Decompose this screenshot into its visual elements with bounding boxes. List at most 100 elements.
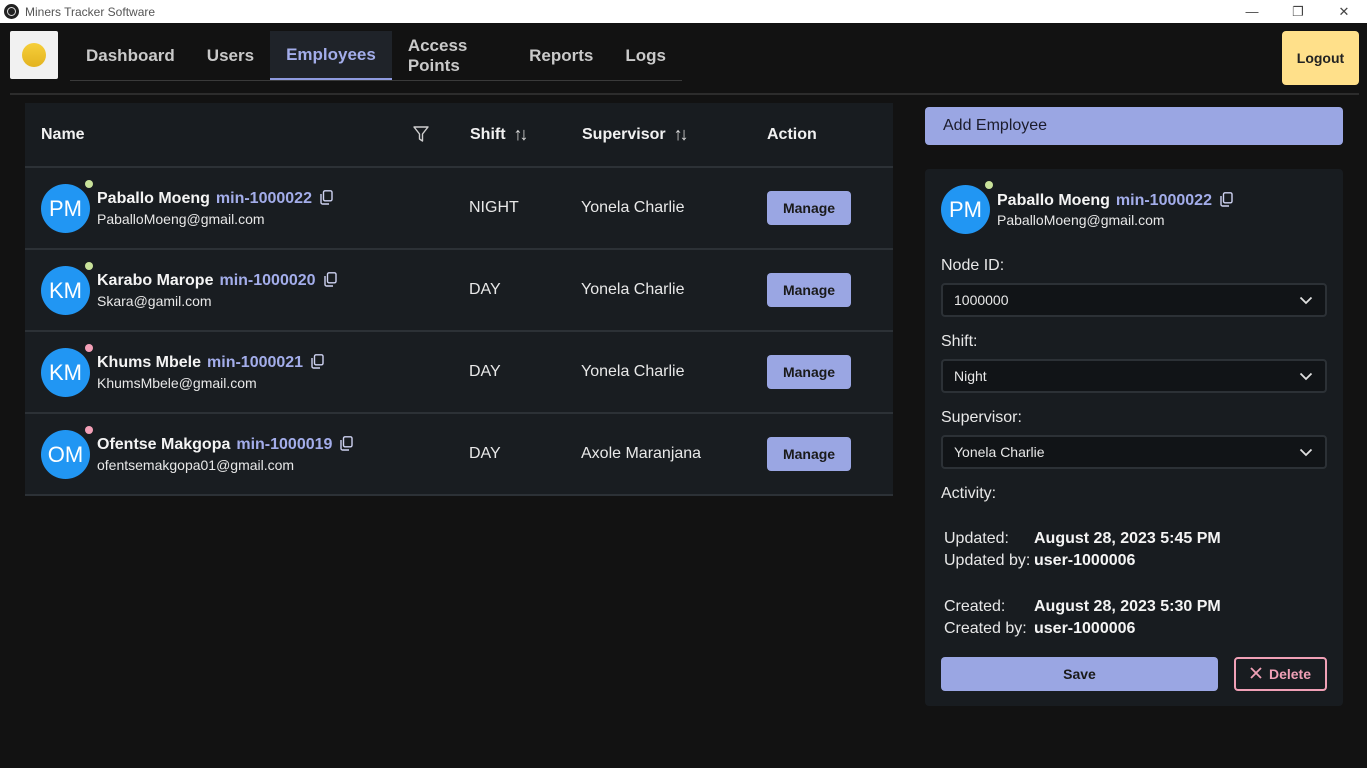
supervisor-select[interactable]: Yonela Charlie [941, 435, 1327, 469]
header-name: Name [41, 125, 85, 143]
header-shift[interactable]: Shift ↑↓ [470, 103, 529, 166]
header-shift-label: Shift [470, 125, 506, 143]
updated-value: August 28, 2023 5:45 PM [1034, 530, 1221, 547]
close-icon [1250, 666, 1262, 682]
node-id-value: 1000000 [954, 292, 1009, 308]
table-row: OM Ofentse Makgopa min-1000019 ofentsemak… [25, 414, 893, 496]
chevron-down-icon [1299, 369, 1313, 386]
employee-name-line: Paballo Moeng min-1000022 [97, 190, 333, 210]
nav-reports[interactable]: Reports [513, 31, 609, 80]
copy-icon[interactable] [340, 436, 354, 456]
window-title: Miners Tracker Software [25, 4, 156, 19]
sort-icon[interactable]: ↑↓ [514, 124, 529, 145]
employees-table: Name Shift ↑↓ Supervisor ↑↓ Action PM Pa… [25, 103, 893, 496]
chevron-down-icon [1299, 293, 1313, 310]
activity-label: Activity: [941, 485, 997, 502]
status-dot [85, 262, 93, 270]
header-supervisor[interactable]: Supervisor ↑↓ [582, 103, 689, 166]
copy-icon[interactable] [311, 354, 324, 374]
avatar: KM [41, 348, 90, 397]
table-row: PM Paballo Moeng min-1000022 PaballoMoeng… [25, 168, 893, 250]
copy-icon[interactable] [323, 272, 337, 292]
employee-name-line: Karabo Marope min-1000020 [97, 272, 337, 292]
status-dot [85, 180, 93, 188]
manage-button[interactable]: Manage [767, 273, 851, 307]
avatar: OM [41, 430, 90, 479]
employee-name: Paballo Moeng [97, 190, 210, 207]
avatar: PM [941, 185, 990, 234]
employee-name: Paballo Moeng [997, 192, 1110, 209]
copy-icon[interactable] [1220, 192, 1233, 212]
manage-button[interactable]: Manage [767, 191, 851, 225]
supervisor-value: Yonela Charlie [954, 444, 1045, 460]
sort-icon[interactable]: ↑↓ [674, 124, 689, 145]
supervisor-cell: Yonela Charlie [581, 363, 685, 380]
table-row: KM Khums Mbele min-1000021 KhumsMbele@gma… [25, 332, 893, 414]
supervisor-cell: Yonela Charlie [581, 281, 685, 298]
shift-value: Night [954, 368, 987, 384]
nav-logs[interactable]: Logs [609, 31, 682, 80]
employee-email: KhumsMbele@gmail.com [97, 375, 257, 391]
shift-cell: DAY [469, 363, 501, 380]
employee-name-line: Ofentse Makgopa min-1000019 [97, 436, 354, 456]
supervisor-label: Supervisor: [941, 409, 1022, 426]
table-header: Name Shift ↑↓ Supervisor ↑↓ Action [25, 103, 893, 168]
shift-cell: DAY [469, 281, 501, 298]
updated-by-value: user-1000006 [1034, 552, 1136, 569]
app-logo [10, 31, 58, 79]
shift-cell: NIGHT [469, 199, 519, 216]
node-id-select[interactable]: 1000000 [941, 283, 1327, 317]
employee-name: Ofentse Makgopa [97, 436, 231, 453]
logout-button[interactable]: Logout [1282, 31, 1359, 85]
table-row: KM Karabo Marope min-1000020 Skara@gamil.… [25, 250, 893, 332]
supervisor-cell: Yonela Charlie [581, 199, 685, 216]
employee-name-line: Paballo Moeng min-1000022 [997, 192, 1233, 212]
minimize-icon[interactable]: — [1229, 0, 1275, 23]
employee-name-line: Khums Mbele min-1000021 [97, 354, 324, 374]
copy-icon[interactable] [320, 190, 333, 210]
created-by-value: user-1000006 [1034, 620, 1136, 637]
main-nav: Dashboard Users Employees Access Points … [70, 31, 682, 81]
save-button[interactable]: Save [941, 657, 1218, 691]
close-icon[interactable]: ✕ [1321, 0, 1367, 23]
employee-detail-panel: PM Paballo Moeng min-1000022 PaballoMoeng… [925, 169, 1343, 706]
manage-button[interactable]: Manage [767, 437, 851, 471]
avatar: KM [41, 266, 90, 315]
shift-label: Shift: [941, 333, 978, 350]
shift-cell: DAY [469, 445, 501, 462]
employee-email: PaballoMoeng@gmail.com [97, 211, 265, 227]
add-employee-button[interactable]: Add Employee [925, 107, 1343, 145]
chevron-down-icon [1299, 445, 1313, 462]
app-icon [4, 4, 19, 19]
window-titlebar: Miners Tracker Software — ❐ ✕ [0, 0, 1367, 23]
created-label: Created: [944, 598, 1006, 615]
nav-employees[interactable]: Employees [270, 31, 392, 80]
delete-button[interactable]: Delete [1234, 657, 1327, 691]
node-id-label: Node ID: [941, 257, 1005, 274]
employee-name: Khums Mbele [97, 354, 202, 371]
employee-email: PaballoMoeng@gmail.com [997, 212, 1165, 228]
supervisor-cell: Axole Maranjana [581, 445, 702, 462]
employee-email: Skara@gamil.com [97, 293, 212, 309]
restore-icon[interactable]: ❐ [1275, 0, 1321, 23]
updated-by-label: Updated by: [944, 552, 1031, 569]
manage-button[interactable]: Manage [767, 355, 851, 389]
employee-id: min-1000022 [215, 190, 312, 207]
nav-access-points[interactable]: Access Points [392, 31, 513, 80]
status-dot [85, 344, 93, 352]
created-by-label: Created by: [944, 620, 1027, 637]
employee-id: min-1000020 [219, 272, 316, 289]
status-dot [85, 426, 93, 434]
employee-id: min-1000021 [207, 354, 304, 371]
nav-users[interactable]: Users [191, 31, 270, 80]
shift-select[interactable]: Night [941, 359, 1327, 393]
updated-label: Updated: [944, 530, 1009, 547]
status-dot [985, 181, 993, 189]
employee-id: min-1000019 [236, 436, 333, 453]
employee-email: ofentsemakgopa01@gmail.com [97, 457, 295, 473]
delete-label: Delete [1268, 666, 1312, 682]
filter-icon[interactable] [413, 103, 429, 166]
created-value: August 28, 2023 5:30 PM [1034, 598, 1221, 615]
header-action: Action [767, 125, 817, 143]
nav-dashboard[interactable]: Dashboard [70, 31, 191, 80]
